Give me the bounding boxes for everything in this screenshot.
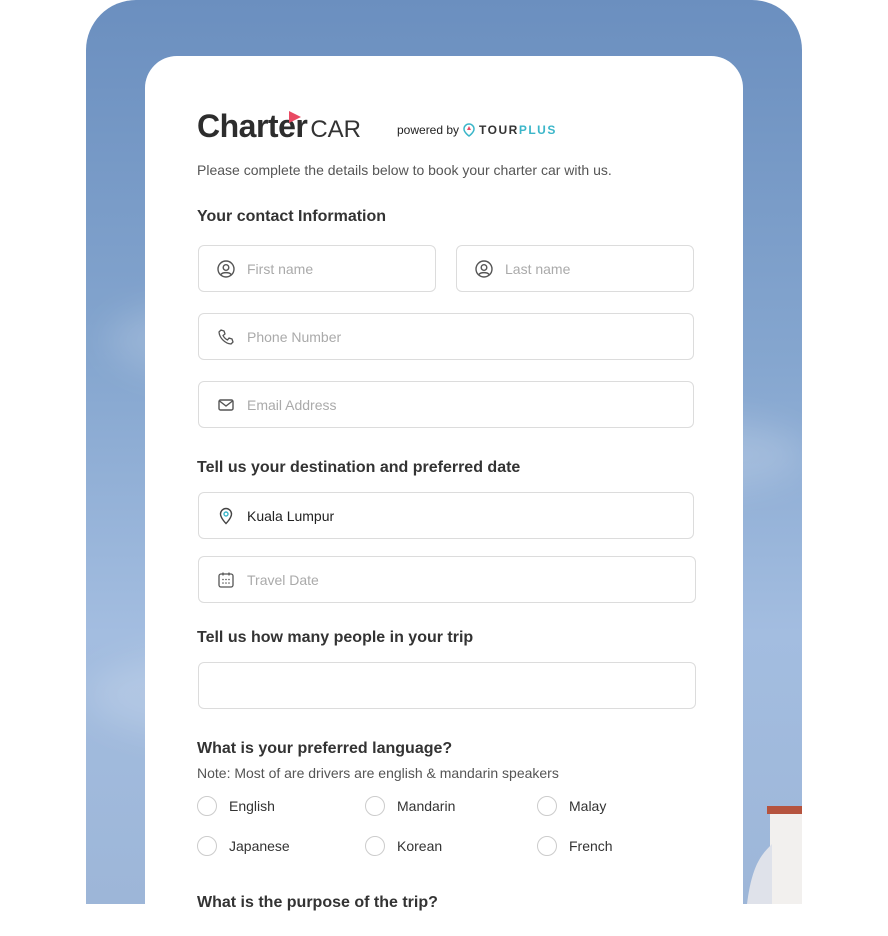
- language-note: Note: Most of are drivers are english & …: [197, 765, 559, 781]
- radio-japanese[interactable]: Japanese: [197, 836, 290, 856]
- purpose-heading: What is the purpose of the trip?: [197, 894, 438, 911]
- intro-text: Please complete the details below to boo…: [197, 162, 612, 178]
- radio-english[interactable]: English: [197, 796, 275, 816]
- user-icon: [217, 259, 235, 278]
- radio-french[interactable]: French: [537, 836, 613, 856]
- destination-input[interactable]: Kuala Lumpur: [198, 492, 694, 539]
- people-count-input[interactable]: [198, 662, 696, 709]
- user-icon: [475, 259, 493, 278]
- people-heading: Tell us how many people in your trip: [197, 629, 474, 646]
- radio-malay[interactable]: Malay: [537, 796, 606, 816]
- contact-heading: Your contact Information: [197, 208, 387, 225]
- building-illustration: [747, 806, 802, 904]
- last-name-input[interactable]: Last name: [456, 245, 694, 292]
- destination-heading: Tell us your destination and preferred d…: [197, 459, 521, 476]
- calendar-icon: [218, 572, 234, 588]
- charter-car-logo: Charter CAR: [197, 108, 361, 144]
- powered-by: powered by TOURPLUS: [397, 123, 557, 137]
- location-pin-icon: [219, 507, 233, 524]
- travel-date-input[interactable]: Travel Date: [198, 556, 696, 603]
- language-heading: What is your preferred language?: [197, 740, 453, 757]
- phone-icon: [218, 328, 234, 345]
- phone-input[interactable]: Phone Number: [198, 313, 694, 360]
- mail-icon: [218, 398, 234, 411]
- email-input[interactable]: Email Address: [198, 381, 694, 428]
- radio-mandarin[interactable]: Mandarin: [365, 796, 455, 816]
- tourplus-pin-icon: [463, 123, 475, 137]
- booking-form-card: Charter CAR powered by TOURPLUS Please co…: [145, 56, 743, 936]
- radio-korean[interactable]: Korean: [365, 836, 442, 856]
- first-name-input[interactable]: First name: [198, 245, 436, 292]
